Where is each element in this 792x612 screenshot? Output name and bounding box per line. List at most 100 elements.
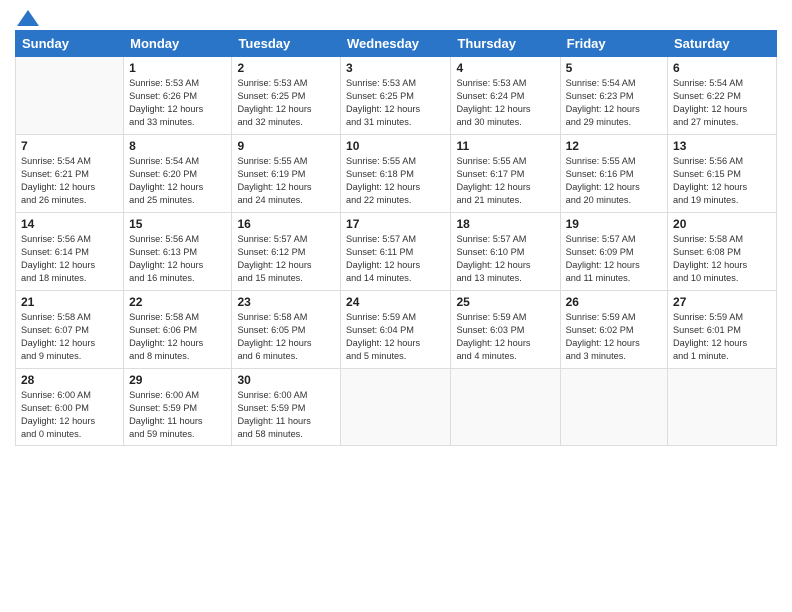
- calendar-week-row: 14 Sunrise: 5:56 AM Sunset: 6:14 PM Dayli…: [16, 213, 777, 291]
- day-info: Sunrise: 5:54 AM Sunset: 6:22 PM Dayligh…: [673, 77, 771, 129]
- table-row: 2 Sunrise: 5:53 AM Sunset: 6:25 PM Daylig…: [232, 57, 341, 135]
- day-info: Sunrise: 5:55 AM Sunset: 6:17 PM Dayligh…: [456, 155, 554, 207]
- table-row: 15 Sunrise: 5:56 AM Sunset: 6:13 PM Dayli…: [124, 213, 232, 291]
- day-info: Sunrise: 5:56 AM Sunset: 6:15 PM Dayligh…: [673, 155, 771, 207]
- table-row: 29 Sunrise: 6:00 AM Sunset: 5:59 PM Dayli…: [124, 369, 232, 446]
- day-info: Sunrise: 5:56 AM Sunset: 6:14 PM Dayligh…: [21, 233, 118, 285]
- day-number: 25: [456, 295, 554, 309]
- day-info: Sunrise: 6:00 AM Sunset: 5:59 PM Dayligh…: [237, 389, 335, 441]
- col-friday: Friday: [560, 31, 667, 57]
- table-row: 14 Sunrise: 5:56 AM Sunset: 6:14 PM Dayli…: [16, 213, 124, 291]
- day-number: 14: [21, 217, 118, 231]
- calendar-header-row: Sunday Monday Tuesday Wednesday Thursday…: [16, 31, 777, 57]
- table-row: [560, 369, 667, 446]
- day-number: 27: [673, 295, 771, 309]
- col-sunday: Sunday: [16, 31, 124, 57]
- col-thursday: Thursday: [451, 31, 560, 57]
- table-row: 19Sunrise: 5:57 AM Sunset: 6:09 PM Dayli…: [560, 213, 667, 291]
- calendar-week-row: 21Sunrise: 5:58 AM Sunset: 6:07 PM Dayli…: [16, 291, 777, 369]
- day-info: Sunrise: 5:55 AM Sunset: 6:16 PM Dayligh…: [566, 155, 662, 207]
- day-info: Sunrise: 5:53 AM Sunset: 6:26 PM Dayligh…: [129, 77, 226, 129]
- table-row: 7 Sunrise: 5:54 AM Sunset: 6:21 PM Daylig…: [16, 135, 124, 213]
- day-number: 2: [237, 61, 335, 75]
- day-info: Sunrise: 5:58 AM Sunset: 6:08 PM Dayligh…: [673, 233, 771, 285]
- day-info: Sunrise: 5:57 AM Sunset: 6:10 PM Dayligh…: [456, 233, 554, 285]
- table-row: 3 Sunrise: 5:53 AM Sunset: 6:25 PM Daylig…: [341, 57, 451, 135]
- table-row: 5 Sunrise: 5:54 AM Sunset: 6:23 PM Daylig…: [560, 57, 667, 135]
- logo: [15, 10, 39, 22]
- table-row: 28Sunrise: 6:00 AM Sunset: 6:00 PM Dayli…: [16, 369, 124, 446]
- day-number: 5: [566, 61, 662, 75]
- day-number: 10: [346, 139, 445, 153]
- col-wednesday: Wednesday: [341, 31, 451, 57]
- table-row: 1 Sunrise: 5:53 AM Sunset: 6:26 PM Daylig…: [124, 57, 232, 135]
- day-number: 15: [129, 217, 226, 231]
- day-number: 28: [21, 373, 118, 387]
- day-number: 11: [456, 139, 554, 153]
- day-info: Sunrise: 5:53 AM Sunset: 6:24 PM Dayligh…: [456, 77, 554, 129]
- day-number: 6: [673, 61, 771, 75]
- table-row: 20 Sunrise: 5:58 AM Sunset: 6:08 PM Dayli…: [668, 213, 777, 291]
- col-saturday: Saturday: [668, 31, 777, 57]
- day-number: 9: [237, 139, 335, 153]
- day-info: Sunrise: 5:58 AM Sunset: 6:06 PM Dayligh…: [129, 311, 226, 363]
- day-info: Sunrise: 5:59 AM Sunset: 6:04 PM Dayligh…: [346, 311, 445, 363]
- day-number: 30: [237, 373, 335, 387]
- table-row: 9 Sunrise: 5:55 AM Sunset: 6:19 PM Daylig…: [232, 135, 341, 213]
- table-row: [341, 369, 451, 446]
- calendar-week-row: 1 Sunrise: 5:53 AM Sunset: 6:26 PM Daylig…: [16, 57, 777, 135]
- table-row: 24 Sunrise: 5:59 AM Sunset: 6:04 PM Dayli…: [341, 291, 451, 369]
- day-info: Sunrise: 6:00 AM Sunset: 5:59 PM Dayligh…: [129, 389, 226, 441]
- day-info: Sunrise: 5:59 AM Sunset: 6:01 PM Dayligh…: [673, 311, 771, 363]
- day-number: 3: [346, 61, 445, 75]
- day-info: Sunrise: 5:59 AM Sunset: 6:03 PM Dayligh…: [456, 311, 554, 363]
- col-tuesday: Tuesday: [232, 31, 341, 57]
- table-row: 12Sunrise: 5:55 AM Sunset: 6:16 PM Dayli…: [560, 135, 667, 213]
- day-number: 22: [129, 295, 226, 309]
- day-number: 21: [21, 295, 118, 309]
- day-number: 8: [129, 139, 226, 153]
- calendar-table: Sunday Monday Tuesday Wednesday Thursday…: [15, 30, 777, 446]
- day-info: Sunrise: 5:55 AM Sunset: 6:18 PM Dayligh…: [346, 155, 445, 207]
- table-row: 16Sunrise: 5:57 AM Sunset: 6:12 PM Dayli…: [232, 213, 341, 291]
- table-row: 18 Sunrise: 5:57 AM Sunset: 6:10 PM Dayli…: [451, 213, 560, 291]
- table-row: 26 Sunrise: 5:59 AM Sunset: 6:02 PM Dayli…: [560, 291, 667, 369]
- table-row: 4 Sunrise: 5:53 AM Sunset: 6:24 PM Daylig…: [451, 57, 560, 135]
- table-row: 27 Sunrise: 5:59 AM Sunset: 6:01 PM Dayli…: [668, 291, 777, 369]
- day-info: Sunrise: 5:58 AM Sunset: 6:05 PM Dayligh…: [237, 311, 335, 363]
- table-row: 22 Sunrise: 5:58 AM Sunset: 6:06 PM Dayli…: [124, 291, 232, 369]
- table-row: 17 Sunrise: 5:57 AM Sunset: 6:11 PM Dayli…: [341, 213, 451, 291]
- col-monday: Monday: [124, 31, 232, 57]
- table-row: 8Sunrise: 5:54 AM Sunset: 6:20 PM Daylig…: [124, 135, 232, 213]
- day-info: Sunrise: 5:55 AM Sunset: 6:19 PM Dayligh…: [237, 155, 335, 207]
- day-info: Sunrise: 5:56 AM Sunset: 6:13 PM Dayligh…: [129, 233, 226, 285]
- day-info: Sunrise: 5:54 AM Sunset: 6:23 PM Dayligh…: [566, 77, 662, 129]
- day-info: Sunrise: 5:53 AM Sunset: 6:25 PM Dayligh…: [346, 77, 445, 129]
- table-row: 25 Sunrise: 5:59 AM Sunset: 6:03 PM Dayli…: [451, 291, 560, 369]
- day-number: 7: [21, 139, 118, 153]
- day-info: Sunrise: 5:54 AM Sunset: 6:21 PM Dayligh…: [21, 155, 118, 207]
- day-info: Sunrise: 5:57 AM Sunset: 6:09 PM Dayligh…: [566, 233, 662, 285]
- day-number: 13: [673, 139, 771, 153]
- day-number: 20: [673, 217, 771, 231]
- day-number: 17: [346, 217, 445, 231]
- calendar-week-row: 7 Sunrise: 5:54 AM Sunset: 6:21 PM Daylig…: [16, 135, 777, 213]
- day-info: Sunrise: 5:53 AM Sunset: 6:25 PM Dayligh…: [237, 77, 335, 129]
- table-row: [16, 57, 124, 135]
- day-number: 26: [566, 295, 662, 309]
- day-number: 29: [129, 373, 226, 387]
- day-number: 4: [456, 61, 554, 75]
- table-row: [668, 369, 777, 446]
- day-info: Sunrise: 5:57 AM Sunset: 6:11 PM Dayligh…: [346, 233, 445, 285]
- day-number: 1: [129, 61, 226, 75]
- table-row: [451, 369, 560, 446]
- logo-icon: [17, 10, 39, 26]
- table-row: 10 Sunrise: 5:55 AM Sunset: 6:18 PM Dayli…: [341, 135, 451, 213]
- table-row: 30 Sunrise: 6:00 AM Sunset: 5:59 PM Dayli…: [232, 369, 341, 446]
- header: [15, 10, 777, 22]
- day-number: 18: [456, 217, 554, 231]
- day-number: 24: [346, 295, 445, 309]
- calendar-week-row: 28Sunrise: 6:00 AM Sunset: 6:00 PM Dayli…: [16, 369, 777, 446]
- day-info: Sunrise: 5:59 AM Sunset: 6:02 PM Dayligh…: [566, 311, 662, 363]
- table-row: 6 Sunrise: 5:54 AM Sunset: 6:22 PM Daylig…: [668, 57, 777, 135]
